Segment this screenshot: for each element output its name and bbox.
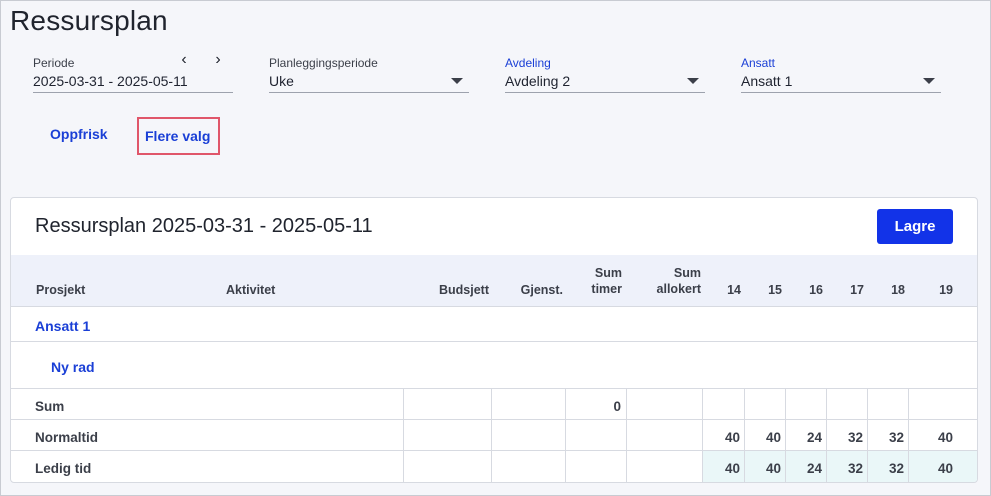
- resource-plan-card: Ressursplan 2025-03-31 - 2025-05-11 Lagr…: [10, 197, 978, 483]
- grid-line: [826, 389, 827, 482]
- dropdown-arrow-icon[interactable]: [923, 78, 935, 84]
- avdeling-select[interactable]: Avdeling Avdeling 2: [505, 56, 705, 93]
- sum-label: Sum: [35, 399, 65, 414]
- normaltid-week-value: 40: [765, 430, 781, 445]
- table-header: Prosjekt Aktivitet Budsjett Gjenst. Sum …: [11, 255, 977, 307]
- header-sum-timer-line2: timer: [591, 282, 622, 296]
- grid-line: [403, 389, 404, 482]
- ledig-week-value: 32: [888, 461, 904, 476]
- planleggingsperiode-label: Planleggingsperiode: [269, 56, 378, 70]
- normaltid-row: Normaltid 40 40 24 32 32 40: [11, 420, 977, 451]
- avdeling-value: Avdeling 2: [505, 73, 571, 89]
- header-gjenst[interactable]: Gjenst.: [521, 282, 563, 298]
- header-week[interactable]: 16: [793, 282, 823, 298]
- header-week[interactable]: 19: [923, 282, 953, 298]
- periode-label: Periode: [33, 56, 75, 70]
- header-aktivitet[interactable]: Aktivitet: [226, 282, 275, 298]
- grid-line: [565, 389, 566, 482]
- ledig-week-value: 40: [937, 461, 953, 476]
- normaltid-week-value: 24: [806, 430, 822, 445]
- header-week[interactable]: 14: [711, 282, 741, 298]
- header-sum-allokert[interactable]: Sum allokert: [641, 265, 701, 297]
- ledig-week-value: 32: [847, 461, 863, 476]
- header-sum-timer-line1: Sum: [594, 266, 622, 280]
- sum-timer-value: 0: [613, 399, 621, 414]
- ledig-tid-row: Ledig tid 40 40 24 32 32 40: [11, 451, 977, 482]
- grid-line: [785, 389, 786, 482]
- group-row: Ansatt 1: [11, 307, 977, 342]
- header-sum-allokert-line2: allokert: [656, 282, 701, 296]
- header-week[interactable]: 17: [834, 282, 864, 298]
- ledig-week-value: 24: [806, 461, 822, 476]
- header-budsjett[interactable]: Budsjett: [439, 282, 489, 298]
- normaltid-week-value: 40: [937, 430, 953, 445]
- sum-row: Sum 0: [11, 389, 977, 420]
- normaltid-label: Normaltid: [35, 430, 99, 445]
- dropdown-arrow-icon[interactable]: [687, 78, 699, 84]
- grid-line: [702, 389, 703, 482]
- ledig-week-value: 40: [765, 461, 781, 476]
- group-label[interactable]: Ansatt 1: [35, 318, 90, 334]
- grid-line: [744, 389, 745, 482]
- planleggingsperiode-select[interactable]: Planleggingsperiode Uke: [269, 56, 469, 93]
- ansatt-label: Ansatt: [741, 56, 776, 70]
- ledig-week-value: 40: [724, 461, 740, 476]
- normaltid-week-value: 40: [724, 430, 740, 445]
- ansatt-value: Ansatt 1: [741, 73, 793, 89]
- ansatt-select[interactable]: Ansatt Ansatt 1: [741, 56, 941, 93]
- more-options-button[interactable]: Flere valg: [137, 117, 220, 155]
- normaltid-week-value: 32: [888, 430, 904, 445]
- card-title: Ressursplan 2025-03-31 - 2025-05-11: [35, 215, 373, 237]
- avdeling-label: Avdeling: [505, 56, 551, 70]
- new-row-button[interactable]: Ny rad: [51, 359, 95, 375]
- chevron-left-icon[interactable]: ‹: [176, 52, 192, 68]
- header-sum-allokert-line1: Sum: [673, 266, 701, 280]
- chevron-right-icon[interactable]: ›: [210, 52, 226, 68]
- save-button[interactable]: Lagre: [877, 209, 953, 244]
- planleggingsperiode-value: Uke: [269, 73, 294, 89]
- new-row: Ny rad: [11, 342, 977, 389]
- header-week[interactable]: 15: [752, 282, 782, 298]
- grid-line: [626, 389, 627, 482]
- header-week[interactable]: 18: [875, 282, 905, 298]
- normaltid-week-value: 32: [847, 430, 863, 445]
- ledig-tid-label: Ledig tid: [35, 461, 92, 476]
- periode-value[interactable]: 2025-03-31 - 2025-05-11: [33, 73, 188, 89]
- grid-line: [908, 389, 909, 482]
- periode-field[interactable]: Periode 2025-03-31 - 2025-05-11: [33, 56, 233, 93]
- dropdown-arrow-icon[interactable]: [451, 78, 463, 84]
- refresh-button[interactable]: Oppfrisk: [50, 117, 108, 153]
- grid-line: [491, 389, 492, 482]
- header-prosjekt[interactable]: Prosjekt: [36, 282, 85, 298]
- page-title: Ressursplan: [10, 5, 168, 36]
- grid-line: [867, 389, 868, 482]
- header-sum-timer[interactable]: Sum timer: [582, 265, 622, 297]
